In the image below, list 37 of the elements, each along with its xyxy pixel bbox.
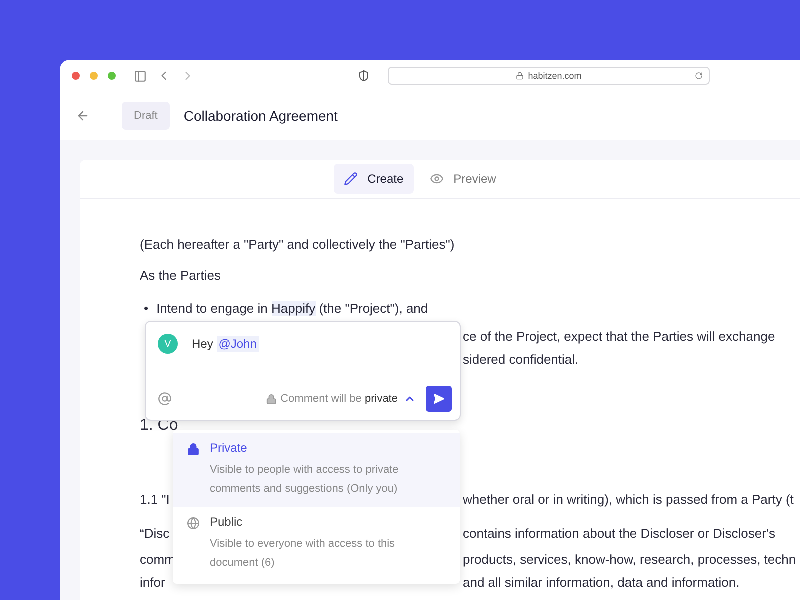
paragraph-fragment: products, services, know-how, research, processes, techn (463, 552, 796, 567)
address-bar[interactable]: habitzen.com (388, 67, 710, 85)
paragraph-fragment: ce of the Project, expect that the Parties will exchange (463, 329, 776, 344)
paragraph-fragment: “Disc (140, 526, 170, 540)
paragraph-fragment: whether oral or in writing), which is passed from a Party (t (463, 492, 794, 507)
visibility-option[interactable]: Private Visible to people with access to private comments and suggestions (Only you) (173, 433, 460, 507)
close-icon[interactable] (72, 72, 80, 80)
paragraph: (Each hereafter a "Party" and collectively the "Parties") (140, 236, 455, 252)
visibility-option[interactable]: Public Visible to everyone with access to this document (6) (173, 507, 460, 581)
eye-icon (430, 172, 444, 186)
lock-icon (266, 394, 277, 404)
url-text: habitzen.com (528, 71, 582, 81)
status-badge: Draft (122, 102, 170, 130)
lock-icon (516, 72, 524, 80)
paragraph: As the Parties (140, 268, 221, 283)
sidebar-icon[interactable] (134, 70, 147, 82)
globe-icon (187, 517, 200, 530)
shield-icon[interactable] (358, 70, 370, 82)
mode-tab[interactable]: Preview (420, 164, 506, 194)
pencil-icon (344, 172, 358, 186)
mode-tab[interactable]: Create (334, 164, 414, 194)
bullet-mark: • (144, 301, 149, 316)
reload-icon[interactable] (695, 72, 703, 80)
paragraph-fragment: sidered confidential. (463, 352, 579, 367)
send-icon (433, 393, 445, 405)
visibility-label[interactable]: Comment will be private (280, 393, 398, 405)
paragraph-fragment: and all similar information, data and information. (463, 575, 740, 590)
bullet-text: Intend to engage in Happify (the "Project"), and (156, 301, 428, 316)
lock-icon (187, 443, 200, 456)
maximize-icon[interactable] (108, 72, 116, 80)
paragraph-fragment: infor (140, 575, 166, 590)
paragraph-fragment: 1.1 "I (140, 492, 170, 507)
send-button[interactable] (426, 386, 452, 412)
paragraph-fragment: contains information about the Discloser or Discloser's (463, 526, 776, 540)
avatar: V (158, 334, 178, 354)
document-title: Collaboration Agreement (184, 108, 338, 124)
mention-icon[interactable] (158, 392, 172, 406)
